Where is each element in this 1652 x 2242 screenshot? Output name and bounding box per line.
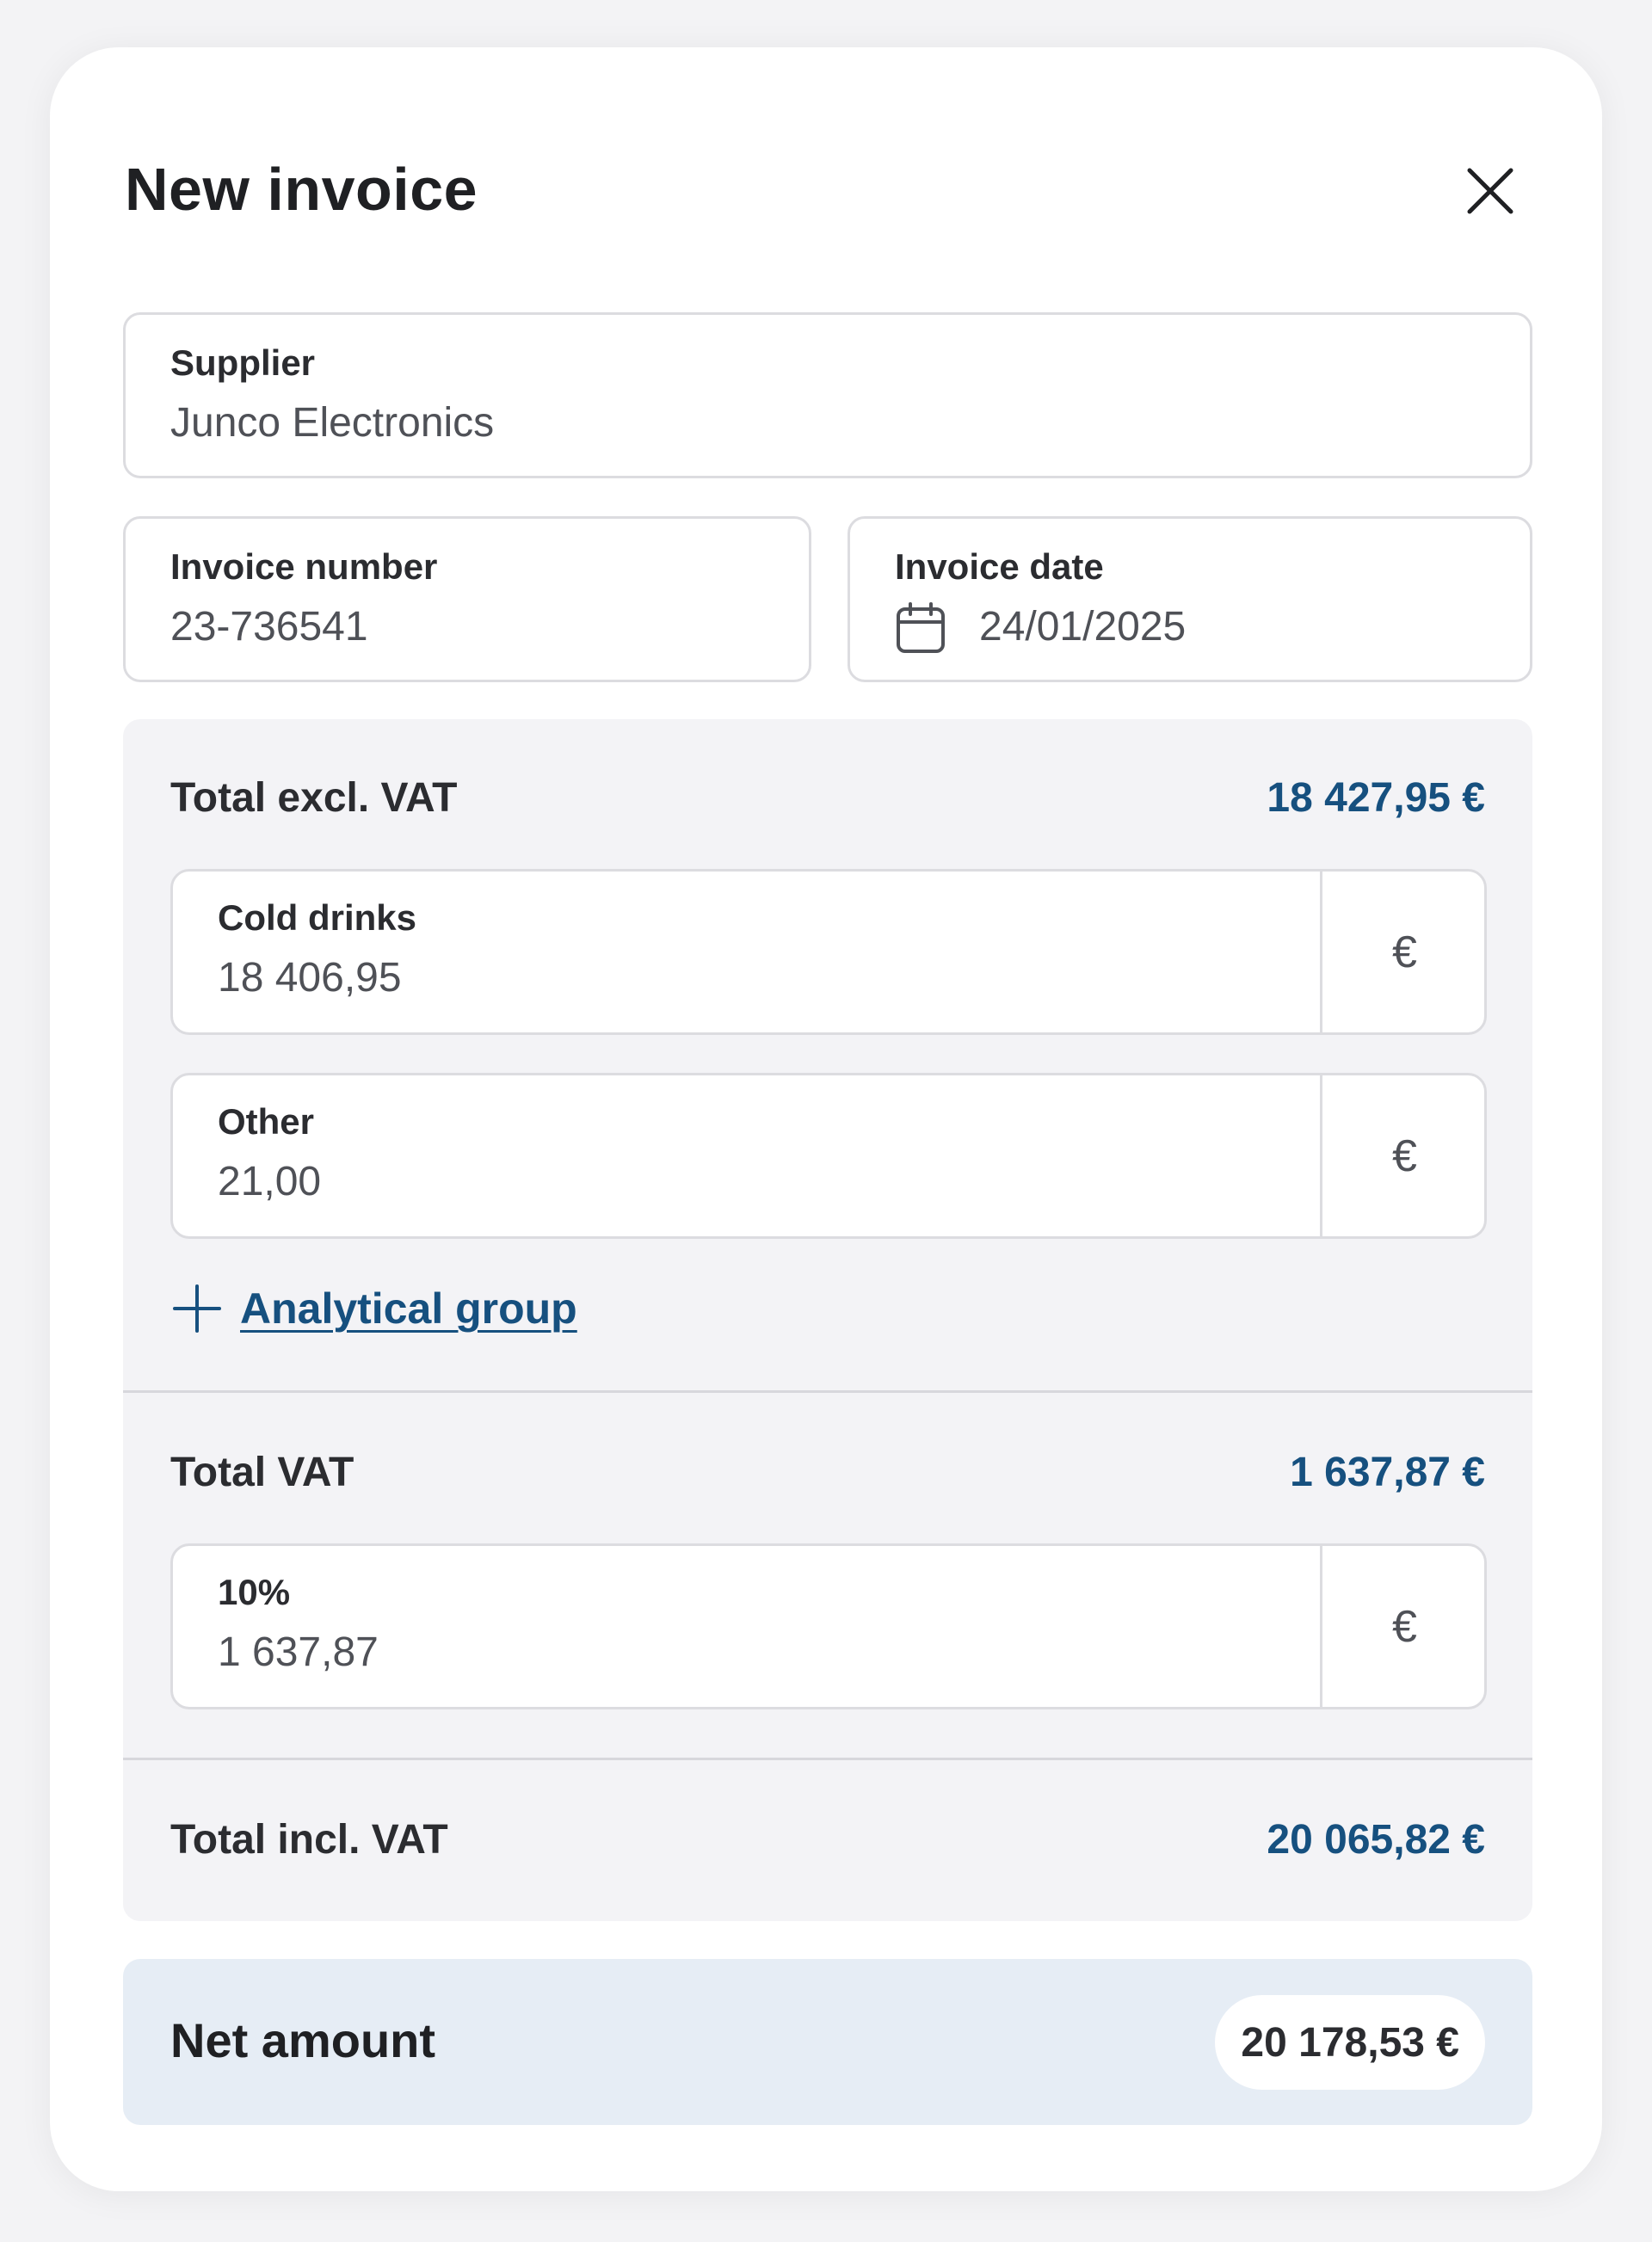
net-amount-label: Net amount <box>170 2013 435 2067</box>
total-vat-value: 1 637,87 € <box>1290 1450 1485 1495</box>
supplier-field[interactable]: Supplier Junco Electronics <box>123 312 1532 478</box>
invoice-date-value: 24/01/2025 <box>979 604 1187 650</box>
invoice-date-field[interactable]: Invoice date 24/01/2025 <box>848 516 1532 682</box>
line-value: 21,00 <box>218 1159 322 1204</box>
invoice-number-field[interactable]: Invoice number 23-736541 <box>123 516 811 682</box>
plus-icon <box>173 1284 221 1333</box>
net-amount-panel: Net amount 20 178,53 € <box>123 1959 1532 2125</box>
total-incl-vat-value: 20 065,82 € <box>1267 1817 1485 1863</box>
line-value: 18 406,95 <box>218 955 402 1001</box>
invoice-number-label: Invoice number <box>170 546 438 587</box>
line-label: 10% <box>218 1572 291 1612</box>
supplier-value: Junco Electronics <box>170 400 495 446</box>
modal-title: New invoice <box>125 156 478 223</box>
line-label: Other <box>218 1101 315 1142</box>
currency-label: € <box>1392 1130 1417 1181</box>
line-cold-drinks[interactable]: Cold drinks 18 406,95 € <box>170 869 1487 1035</box>
currency-label: € <box>1392 1601 1417 1652</box>
calendar-icon <box>897 602 945 653</box>
line-vat-10[interactable]: 10% 1 637,87 € <box>170 1543 1487 1709</box>
add-analytical-group-link[interactable]: Analytical group <box>240 1284 577 1333</box>
section-divider <box>123 1758 1532 1760</box>
total-excl-vat-value: 18 427,95 € <box>1267 775 1485 821</box>
invoice-date-label: Invoice date <box>895 546 1104 587</box>
close-button[interactable] <box>1463 163 1518 219</box>
total-excl-vat-label: Total excl. VAT <box>170 775 458 821</box>
total-incl-vat-label: Total incl. VAT <box>170 1817 448 1863</box>
section-divider <box>123 1390 1532 1393</box>
line-other[interactable]: Other 21,00 € <box>170 1073 1487 1239</box>
invoice-number-value: 23-736541 <box>170 604 368 650</box>
net-amount-value: 20 178,53 € <box>1215 1995 1485 2090</box>
currency-label: € <box>1392 927 1417 977</box>
line-label: Cold drinks <box>218 897 417 938</box>
line-value: 1 637,87 <box>218 1629 379 1675</box>
total-vat-label: Total VAT <box>170 1450 354 1495</box>
supplier-label: Supplier <box>170 342 316 383</box>
close-icon <box>1467 168 1513 214</box>
totals-panel: Total excl. VAT 18 427,95 € Cold drinks … <box>123 719 1532 1921</box>
add-analytical-group-button[interactable]: Analytical group <box>173 1283 577 1334</box>
